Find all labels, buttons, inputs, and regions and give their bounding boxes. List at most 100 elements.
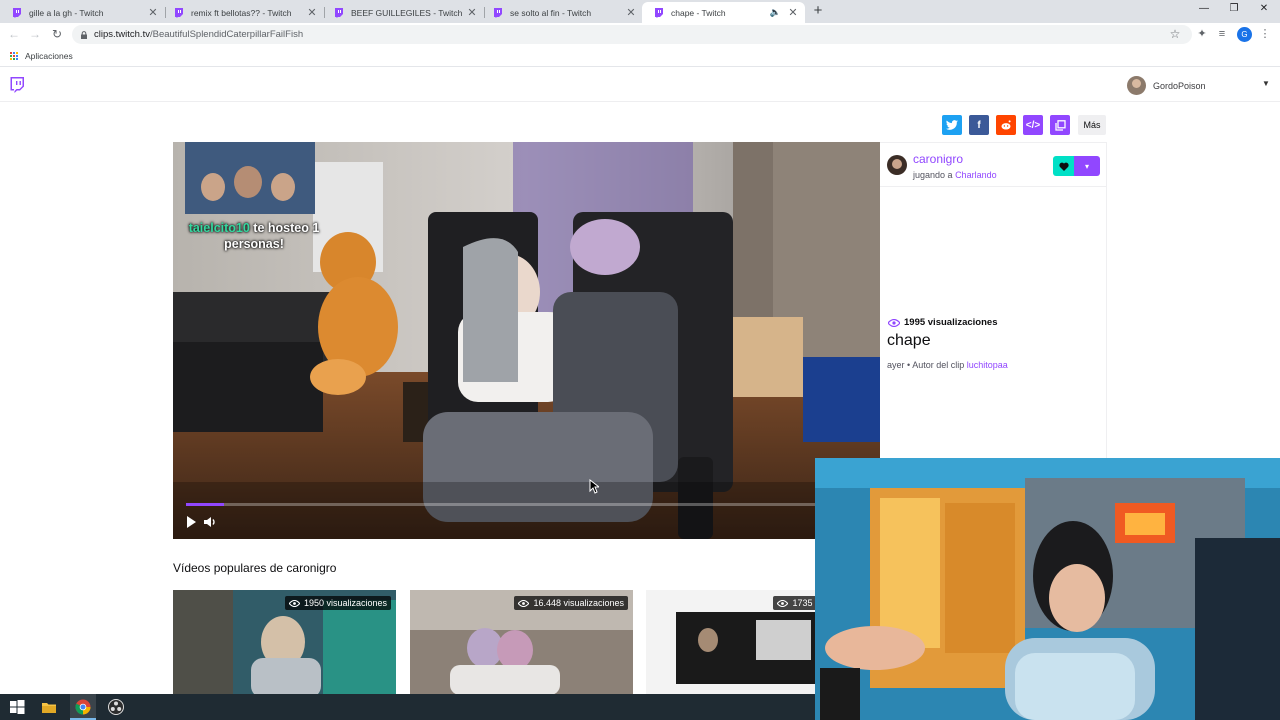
follow-button[interactable] bbox=[1053, 156, 1074, 176]
media-controls-icon[interactable]: ≡ bbox=[1215, 27, 1229, 41]
channel-header: caronigro jugando a Charlando ▾ bbox=[880, 143, 1107, 187]
browser-toolbar: ← → ↻ clips.twitch.tv/BeautifulSplendidC… bbox=[0, 23, 1280, 46]
back-icon[interactable]: ← bbox=[6, 26, 22, 42]
progress-bar[interactable] bbox=[186, 503, 876, 506]
username: GordoPoison bbox=[1153, 80, 1206, 91]
twitter-icon[interactable] bbox=[942, 115, 962, 135]
tab-title: gille a la gh - Twitch bbox=[29, 7, 104, 18]
windows-start-icon[interactable] bbox=[8, 698, 26, 716]
copy-icon[interactable] bbox=[1050, 115, 1070, 135]
clip-meta: ayer • Autor del clip luchitopaa bbox=[887, 360, 1008, 370]
reload-icon[interactable]: ↻ bbox=[49, 26, 65, 42]
window-close-icon[interactable]: ✕ bbox=[1254, 3, 1274, 14]
twitch-favicon-icon bbox=[335, 7, 343, 18]
clip-info-panel: caronigro jugando a Charlando ▾ 1995 vis… bbox=[880, 142, 1107, 459]
twitch-logo-icon[interactable] bbox=[9, 77, 25, 95]
browser-tab[interactable]: se solto al fin - Twitch ✕ bbox=[481, 2, 643, 23]
lock-icon bbox=[81, 30, 87, 39]
file-explorer-icon[interactable] bbox=[40, 698, 58, 716]
apps-bookmark[interactable]: Aplicaciones bbox=[10, 51, 73, 61]
twitch-favicon-icon bbox=[175, 7, 183, 18]
channel-name[interactable]: caronigro bbox=[913, 152, 963, 166]
browser-tab-active[interactable]: chape - Twitch 🔈 ✕ bbox=[642, 2, 805, 23]
extensions-icon[interactable]: ✦ bbox=[1195, 27, 1209, 41]
url-path: /BeautifulSplendidCaterpillarFailFish bbox=[149, 29, 304, 40]
webcam-image bbox=[815, 458, 1280, 720]
host-message-line2: personas! bbox=[224, 237, 284, 251]
host-name: taielcito10 bbox=[188, 221, 250, 235]
playing-line: jugando a Charlando bbox=[913, 170, 997, 180]
video-thumbnail[interactable]: 16.448 visualizaciones bbox=[410, 590, 633, 694]
more-button[interactable]: Más bbox=[1078, 115, 1106, 135]
tab-strip: gille a la gh - Twitch ✕ remix ft bellot… bbox=[0, 0, 1280, 23]
os-taskbar bbox=[0, 694, 815, 720]
tab-close-icon[interactable]: ✕ bbox=[466, 6, 478, 19]
tab-title: se solto al fin - Twitch bbox=[510, 7, 592, 18]
browser-tab[interactable]: remix ft bellotas?? - Twitch ✕ bbox=[162, 2, 324, 23]
avatar bbox=[1127, 76, 1146, 95]
chevron-down-icon: ▾ bbox=[1084, 161, 1089, 171]
clip-date: ayer bbox=[887, 360, 905, 370]
bookmarks-bar: Aplicaciones bbox=[0, 46, 1280, 67]
video-player[interactable]: taielcito10 te hosteo 1 personas! bbox=[173, 142, 880, 539]
address-bar[interactable]: clips.twitch.tv/BeautifulSplendidCaterpi… bbox=[72, 25, 1192, 44]
clip-title: chape bbox=[887, 332, 931, 349]
menu-kebab-icon[interactable]: ⋮ bbox=[1258, 27, 1272, 41]
author-prefix: Autor del clip bbox=[912, 360, 965, 370]
eye-icon bbox=[518, 599, 530, 607]
chevron-down-icon[interactable]: ▼ bbox=[1262, 79, 1270, 88]
view-badge: 1950 visualizaciones bbox=[284, 596, 391, 610]
bookmark-star-icon[interactable]: ☆ bbox=[1167, 26, 1183, 42]
host-notification: taielcito10 te hosteo 1 personas! bbox=[179, 220, 329, 252]
tab-title: chape - Twitch bbox=[671, 7, 726, 18]
speaker-icon[interactable]: 🔈 bbox=[770, 7, 781, 18]
twitch-favicon-icon bbox=[494, 7, 502, 18]
host-message: te hosteo 1 bbox=[249, 221, 320, 235]
view-count-text: 1995 visualizaciones bbox=[904, 317, 998, 328]
chrome-icon[interactable] bbox=[74, 698, 92, 716]
apps-grid-icon bbox=[10, 51, 19, 61]
forward-icon[interactable]: → bbox=[27, 26, 43, 42]
browser-tab[interactable]: gille a la gh - Twitch ✕ bbox=[0, 2, 165, 23]
video-thumbnail[interactable]: 1735 visu bbox=[646, 590, 815, 694]
twitch-favicon-icon bbox=[13, 7, 21, 18]
share-buttons: f </> bbox=[942, 115, 1070, 135]
eye-icon bbox=[888, 318, 900, 327]
view-badge: 1735 visu bbox=[773, 596, 815, 610]
play-icon[interactable] bbox=[185, 515, 197, 529]
avatar[interactable] bbox=[887, 155, 907, 175]
eye-icon bbox=[777, 599, 789, 607]
profile-avatar[interactable]: G bbox=[1237, 27, 1252, 42]
browser-tab[interactable]: BEEF GUILLEGILES - Twitch ✕ bbox=[322, 2, 484, 23]
embed-icon[interactable]: </> bbox=[1023, 115, 1043, 135]
new-tab-button[interactable]: + bbox=[810, 3, 826, 19]
eye-icon bbox=[288, 599, 300, 607]
twitch-favicon-icon bbox=[655, 7, 663, 18]
tab-close-icon[interactable]: ✕ bbox=[787, 6, 799, 19]
game-link[interactable]: Charlando bbox=[955, 170, 997, 180]
author-link[interactable]: luchitopaa bbox=[967, 360, 1008, 370]
user-menu[interactable]: GordoPoison bbox=[1127, 76, 1206, 95]
reddit-icon[interactable] bbox=[996, 115, 1016, 135]
url-host: clips.twitch.tv bbox=[94, 29, 150, 40]
twitch-top-nav: GordoPoison ▼ bbox=[0, 68, 1280, 102]
view-badge: 16.448 visualizaciones bbox=[514, 596, 628, 610]
volume-icon[interactable] bbox=[203, 516, 217, 528]
view-badge-text: 1735 visu bbox=[792, 598, 815, 608]
view-count: 1995 visualizaciones bbox=[888, 317, 997, 328]
subscribe-button[interactable]: ▾ bbox=[1074, 156, 1100, 176]
video-thumbnail[interactable]: 1950 visualizaciones bbox=[173, 590, 396, 694]
apps-label: Aplicaciones bbox=[25, 51, 73, 61]
facebook-icon[interactable]: f bbox=[969, 115, 989, 135]
restore-icon[interactable]: ❐ bbox=[1224, 3, 1244, 14]
minimize-icon[interactable]: — bbox=[1194, 3, 1214, 14]
tab-title: BEEF GUILLEGILES - Twitch bbox=[351, 7, 463, 18]
popular-heading: Vídeos populares de caronigro bbox=[173, 561, 337, 575]
obs-icon[interactable] bbox=[107, 698, 125, 716]
tab-close-icon[interactable]: ✕ bbox=[147, 6, 159, 19]
tab-title: remix ft bellotas?? - Twitch bbox=[191, 7, 292, 18]
tab-close-icon[interactable]: ✕ bbox=[625, 6, 637, 19]
tab-close-icon[interactable]: ✕ bbox=[306, 6, 318, 19]
progress-fill bbox=[186, 503, 224, 506]
mouse-cursor-icon bbox=[589, 479, 599, 494]
